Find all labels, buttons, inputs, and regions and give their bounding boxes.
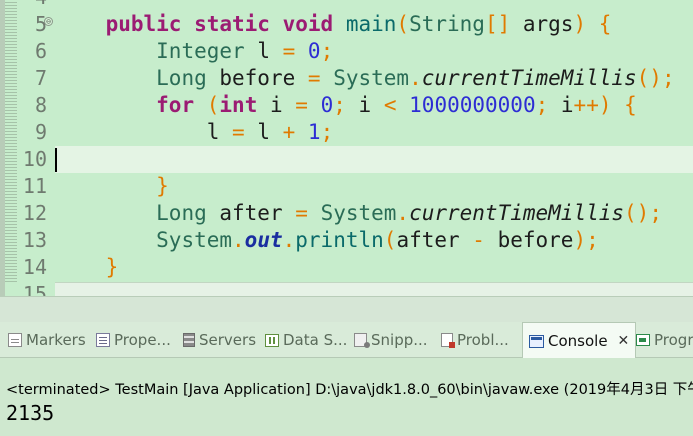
- tab-data-source-explorer[interactable]: Data S...: [265, 322, 347, 358]
- line-number: 5: [34, 12, 47, 36]
- line-number: 6: [34, 39, 47, 63]
- console-icon: [529, 334, 544, 348]
- console-output[interactable]: 2135: [6, 401, 54, 425]
- code-line[interactable]: Integer l = 0;: [55, 38, 693, 65]
- tab-servers[interactable]: Servers: [183, 322, 256, 358]
- line-number: 11: [22, 174, 47, 198]
- tab-snippets[interactable]: Snipp...: [354, 322, 428, 358]
- type-name: Long: [156, 201, 207, 225]
- views-tab-bar: Markers Prope... Servers Data S... Snipp…: [0, 322, 693, 359]
- number-literal: 1000000000: [409, 93, 536, 117]
- method-call: println: [295, 228, 384, 252]
- code-line[interactable]: }: [55, 173, 693, 200]
- console-status-line: <terminated> TestMain [Java Application]…: [6, 382, 693, 398]
- markers-icon: [8, 333, 22, 347]
- snippets-icon: [354, 333, 370, 348]
- keyword: public: [105, 12, 182, 36]
- line-number: 13: [22, 228, 47, 252]
- panel-sash[interactable]: [0, 296, 693, 322]
- properties-icon: [96, 333, 110, 347]
- line-number: 4: [17, 0, 47, 11]
- tab-markers[interactable]: Markers: [8, 322, 86, 358]
- static-method-call: currentTimeMillis: [409, 201, 625, 225]
- keyword: for: [156, 93, 195, 117]
- line-number-gutter: 4 5 6 7 8 9 10 11 12 13 14 15: [17, 0, 47, 296]
- code-line[interactable]: for (int i = 0; i < 1000000000; i++) {: [55, 92, 693, 119]
- static-field: out: [244, 228, 283, 252]
- code-line[interactable]: Long after = System.currentTimeMillis();: [55, 200, 693, 227]
- type-name: Long: [156, 66, 207, 90]
- code-line[interactable]: public static void main(String[] args) {: [55, 11, 693, 38]
- code-line[interactable]: }: [55, 254, 693, 281]
- problems-icon: [441, 333, 455, 348]
- tab-progress[interactable]: Progr: [636, 322, 693, 358]
- keyword: void: [282, 12, 334, 36]
- line-number: 8: [34, 93, 47, 117]
- overview-ruler: [5, 0, 17, 282]
- close-icon[interactable]: ✕: [618, 333, 630, 349]
- code-line[interactable]: Long before = System.currentTimeMillis()…: [55, 65, 693, 92]
- servers-icon: [183, 333, 195, 347]
- static-method-call: currentTimeMillis: [421, 66, 637, 90]
- tab-properties[interactable]: Prope...: [96, 322, 171, 358]
- keyword: static: [194, 12, 270, 36]
- number-literal: 0: [307, 39, 321, 63]
- tab-console[interactable]: Console ✕: [522, 322, 637, 359]
- code-line[interactable]: l = l + 1;: [55, 119, 693, 146]
- code-area[interactable]: public static void main(String[] args) {…: [55, 0, 693, 296]
- text-cursor: [55, 148, 57, 172]
- code-line[interactable]: [55, 0, 693, 11]
- type-name: Integer: [156, 39, 245, 63]
- method-name: main: [345, 12, 397, 36]
- progress-icon: [636, 334, 650, 346]
- code-editor[interactable]: ⊖ 4 5 6 7 8 9 10 11 12 13 14 15 public s…: [0, 0, 693, 296]
- horizontal-scrollbar[interactable]: [55, 282, 693, 296]
- code-line[interactable]: System.out.println(after - before);: [55, 227, 693, 254]
- type-name: String: [409, 12, 485, 36]
- console-view[interactable]: <terminated> TestMain [Java Application]…: [0, 358, 693, 436]
- current-code-line[interactable]: [55, 146, 693, 173]
- tab-problems[interactable]: Probl...: [441, 322, 509, 358]
- line-number: 7: [34, 66, 47, 90]
- data-source-explorer-icon: [265, 333, 279, 347]
- line-number: 12: [22, 201, 47, 225]
- line-number: 15: [22, 282, 47, 296]
- line-number: 14: [22, 255, 47, 279]
- line-number: 10: [22, 147, 47, 171]
- keyword: int: [219, 93, 258, 117]
- line-number: 9: [34, 120, 47, 144]
